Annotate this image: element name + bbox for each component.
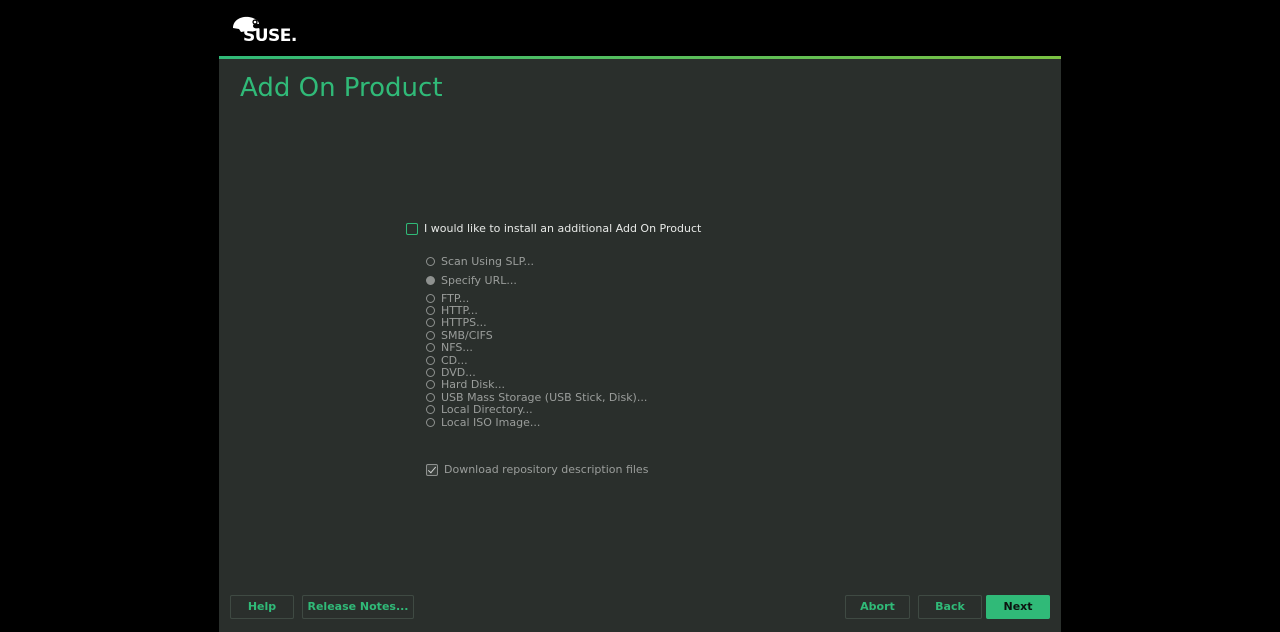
source-label: SMB/CIFS [441, 328, 493, 342]
source-radio[interactable] [426, 405, 435, 415]
source-radio[interactable] [426, 293, 435, 303]
scan-slp-option[interactable]: Scan Using SLP... [426, 255, 534, 268]
source-option-ftp[interactable]: FTP... [426, 291, 647, 305]
specify-url-radio[interactable] [426, 276, 435, 285]
source-type-list: FTP... HTTP... HTTPS... SMB/CIFS NFS... … [426, 291, 648, 429]
scan-slp-radio[interactable] [426, 257, 435, 266]
suse-wordmark: SUSE. [243, 26, 297, 46]
source-option-local-directory[interactable]: Local Directory... [426, 403, 647, 417]
source-option-http[interactable]: HTTP... [426, 304, 647, 318]
abort-button[interactable]: Abort [845, 595, 910, 619]
suse-logo: SUSE. [231, 14, 297, 46]
download-descriptions-label: Download repository description files [444, 463, 649, 476]
source-label: Hard Disk... [441, 378, 505, 392]
scan-slp-label: Scan Using SLP... [441, 255, 535, 268]
source-label: HTTPS... [441, 316, 487, 330]
source-radio[interactable] [426, 355, 435, 365]
source-label: CD... [441, 353, 468, 367]
source-label: HTTP... [441, 304, 478, 318]
source-option-https[interactable]: HTTPS... [426, 316, 647, 330]
source-label: DVD... [441, 366, 476, 380]
source-option-dvd[interactable]: DVD... [426, 366, 647, 380]
specify-url-option[interactable]: Specify URL... [426, 274, 517, 287]
source-radio[interactable] [426, 392, 435, 402]
source-option-hard-disk[interactable]: Hard Disk... [426, 378, 647, 392]
source-radio[interactable] [426, 380, 435, 390]
source-radio[interactable] [426, 417, 435, 427]
source-radio[interactable] [426, 368, 435, 378]
source-radio[interactable] [426, 330, 435, 340]
install-addon-checkbox[interactable] [406, 222, 418, 235]
source-label: FTP... [441, 291, 470, 305]
page-title: Add On Product [240, 73, 443, 103]
source-label: Local Directory... [441, 403, 533, 417]
header-bar: SUSE. [219, 0, 1061, 56]
specify-url-label: Specify URL... [441, 274, 517, 287]
release-notes-button[interactable]: Release Notes... [302, 595, 414, 619]
source-label: USB Mass Storage (USB Stick, Disk)... [441, 390, 648, 404]
install-addon-checkbox-row[interactable]: I would like to install an additional Ad… [406, 222, 701, 235]
source-option-local-iso[interactable]: Local ISO Image... [426, 415, 647, 429]
source-label: Local ISO Image... [441, 415, 541, 429]
download-descriptions-row[interactable]: Download repository description files [426, 463, 648, 476]
installer-screen: SUSE. Add On Product I would like to ins… [0, 0, 1280, 632]
source-option-nfs[interactable]: NFS... [426, 341, 647, 355]
source-option-cd[interactable]: CD... [426, 353, 647, 367]
help-button[interactable]: Help [230, 595, 294, 619]
source-radio[interactable] [426, 343, 435, 353]
next-button[interactable]: Next [986, 595, 1050, 619]
download-descriptions-checkbox[interactable] [426, 463, 438, 476]
content-panel: Add On Product I would like to install a… [219, 59, 1061, 632]
install-addon-label: I would like to install an additional Ad… [424, 222, 702, 235]
source-option-smb[interactable]: SMB/CIFS [426, 328, 647, 342]
source-radio[interactable] [426, 318, 435, 328]
source-label: NFS... [441, 341, 473, 355]
back-button[interactable]: Back [918, 595, 982, 619]
source-radio[interactable] [426, 306, 435, 316]
source-option-usb[interactable]: USB Mass Storage (USB Stick, Disk)... [426, 390, 648, 404]
